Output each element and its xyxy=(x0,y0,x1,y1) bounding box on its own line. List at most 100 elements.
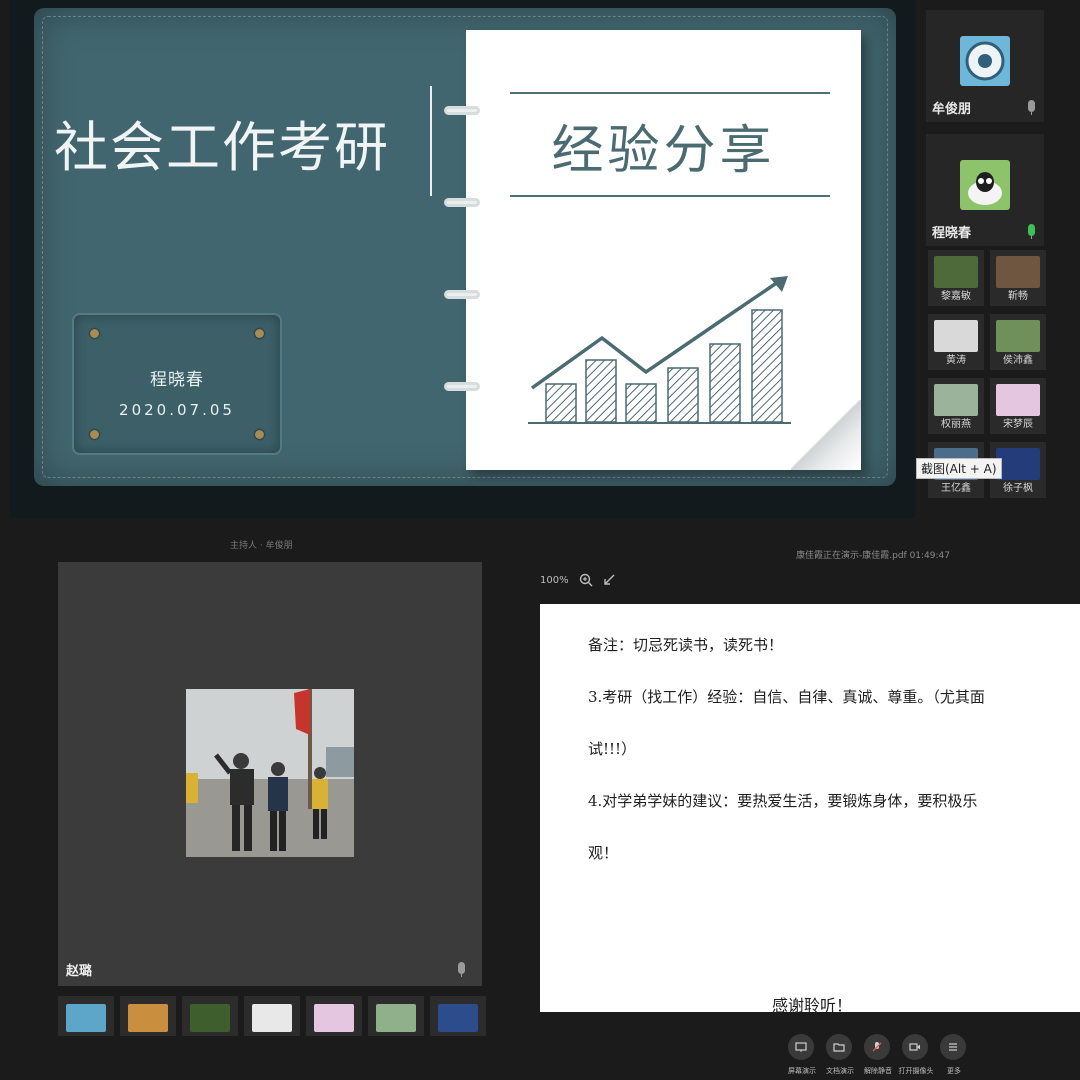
participant-tile[interactable]: 宋梦辰 xyxy=(990,378,1046,434)
avatar xyxy=(934,320,978,352)
page-curl-icon xyxy=(791,400,861,470)
participant-tile[interactable]: 牟俊朋 xyxy=(926,10,1044,122)
paper-rule xyxy=(510,92,830,94)
folder-icon xyxy=(826,1034,852,1060)
document-page[interactable]: 备注：切忌死读书，读死书！ 3.考研（找工作）经验：自信、自律、真诚、尊重。（尤… xyxy=(540,604,1080,1012)
paper-title: 经验分享 xyxy=(551,121,776,181)
microphone-icon[interactable] xyxy=(1028,224,1035,239)
chart-bar-icon xyxy=(625,383,657,423)
more-icon xyxy=(940,1034,966,1060)
binder-ring-icon xyxy=(444,198,480,207)
document-line: 4.对学弟学妹的建议：要热爱生活，要锻炼身体，要积极乐 xyxy=(588,792,978,810)
participant-name: 黄涛 xyxy=(946,355,966,366)
document-thanks: 感谢聆听！ xyxy=(772,996,853,1012)
participant-list[interactable]: 牟俊朋 程晓春 黎嘉敏 靳畅 黄涛 侯沛鑫 权丽燕 宋梦辰 王亿鑫 徐子枫 xyxy=(922,0,1080,520)
participant-tile[interactable]: 程晓春 xyxy=(926,134,1044,246)
participant-thumbnail[interactable] xyxy=(182,996,238,1036)
binder-ring-icon xyxy=(444,290,480,299)
avatar xyxy=(66,1004,106,1032)
zoom-in-icon[interactable] xyxy=(579,573,593,587)
presentation-area: 社会工作考研 程晓春 2020.07.05 经验分享 xyxy=(10,0,915,518)
document-line: 观！ xyxy=(588,844,619,862)
participant-tile[interactable]: 权丽燕 xyxy=(928,378,984,434)
binder-ring-icon xyxy=(444,382,480,391)
participant-thumbnail[interactable] xyxy=(244,996,300,1036)
meeting-toolbar: 屏幕演示 文档演示 解除静音 打开摄像头 更多 xyxy=(780,1032,980,1080)
tool-label: 更多 xyxy=(947,1067,961,1075)
avatar xyxy=(996,256,1040,288)
binder-ring-icon xyxy=(444,106,480,115)
avatar xyxy=(996,320,1040,352)
shrink-icon[interactable] xyxy=(603,574,615,586)
document-line: 试!!!） xyxy=(588,740,637,758)
chart-bar-icon xyxy=(585,359,617,423)
presenter-name: 程晓春 xyxy=(150,370,204,390)
rivet-icon xyxy=(255,329,264,338)
participant-thumbnail[interactable] xyxy=(306,996,362,1036)
participant-thumbnail[interactable] xyxy=(430,996,486,1036)
notebook-paper: 经验分享 xyxy=(466,30,861,470)
avatar xyxy=(190,1004,230,1032)
chart-bar-icon xyxy=(667,367,699,423)
video-panel[interactable]: 赵璐 xyxy=(58,562,482,986)
participant-thumbnail[interactable] xyxy=(120,996,176,1036)
participant-name: 侯沛鑫 xyxy=(1003,355,1033,366)
rivet-icon xyxy=(255,430,264,439)
screenshot-tooltip: 截图(Alt + A) xyxy=(916,458,1002,479)
participant-thumbnail[interactable] xyxy=(58,996,114,1036)
document-line: 备注：切忌死读书，读死书！ xyxy=(588,636,784,654)
participant-name: 宋梦辰 xyxy=(1003,419,1033,430)
video-participant-name: 赵璐 xyxy=(66,964,93,979)
participant-name: 牟俊朋 xyxy=(932,102,972,117)
participant-name: 黎嘉敏 xyxy=(941,291,971,302)
growth-chart-icon xyxy=(528,276,796,424)
participant-tile[interactable]: 侯沛鑫 xyxy=(990,314,1046,370)
presenter-plaque: 程晓春 2020.07.05 xyxy=(72,313,282,455)
more-button[interactable]: 更多 xyxy=(936,1032,972,1080)
avatar xyxy=(314,1004,354,1032)
participant-name: 王亿鑫 xyxy=(941,483,971,494)
avatar xyxy=(996,384,1040,416)
avatar xyxy=(128,1004,168,1032)
avatar xyxy=(934,384,978,416)
participant-tile[interactable]: 黄涛 xyxy=(928,314,984,370)
participant-name: 徐子枫 xyxy=(1003,483,1033,494)
camera-icon xyxy=(902,1034,928,1060)
trend-line-icon xyxy=(530,280,779,390)
chart-bar-icon xyxy=(709,343,741,423)
zoom-level: 100% xyxy=(540,574,569,586)
participant-photo xyxy=(186,689,354,857)
participant-thumbnail[interactable] xyxy=(368,996,424,1036)
slide-title: 社会工作考研 xyxy=(54,116,390,179)
zoom-bar: 100% xyxy=(540,572,615,588)
participant-tile[interactable]: 黎嘉敏 xyxy=(928,250,984,306)
participant-tile[interactable]: 靳畅 xyxy=(990,250,1046,306)
paper-rule xyxy=(510,195,830,197)
rivet-icon xyxy=(90,430,99,439)
chart-bar-icon xyxy=(751,309,783,423)
chart-bar-icon xyxy=(545,383,577,423)
avatar xyxy=(252,1004,292,1032)
microphone-icon[interactable] xyxy=(458,962,465,977)
microphone-icon xyxy=(864,1034,890,1060)
participant-name: 权丽燕 xyxy=(941,419,971,430)
participant-name: 靳畅 xyxy=(1008,291,1028,302)
document-line: 3.考研（找工作）经验：自信、自律、真诚、尊重。（尤其面 xyxy=(588,688,985,706)
participant-name: 程晓春 xyxy=(932,226,972,241)
thumbnail-strip[interactable] xyxy=(58,996,486,1036)
avatar xyxy=(996,448,1040,480)
meeting-window: 社会工作考研 程晓春 2020.07.05 经验分享 牟俊朋 程晓春 黎嘉敏 靳… xyxy=(0,0,1080,1080)
slide: 社会工作考研 程晓春 2020.07.05 经验分享 xyxy=(34,8,896,486)
title-divider xyxy=(430,86,432,196)
rivet-icon xyxy=(90,329,99,338)
avatar xyxy=(376,1004,416,1032)
screen-share-icon xyxy=(788,1034,814,1060)
gear-avatar-icon xyxy=(960,36,1010,86)
avatar xyxy=(934,256,978,288)
microphone-icon[interactable] xyxy=(1028,100,1035,115)
avatar xyxy=(438,1004,478,1032)
sheep-avatar-icon xyxy=(960,160,1010,210)
presentation-date: 2020.07.05 xyxy=(119,401,235,419)
host-label: 主持人 · 牟俊朋 xyxy=(230,541,293,551)
presentation-status: 康佳霞正在演示-康佳霞.pdf 01:49:47 xyxy=(796,551,950,561)
